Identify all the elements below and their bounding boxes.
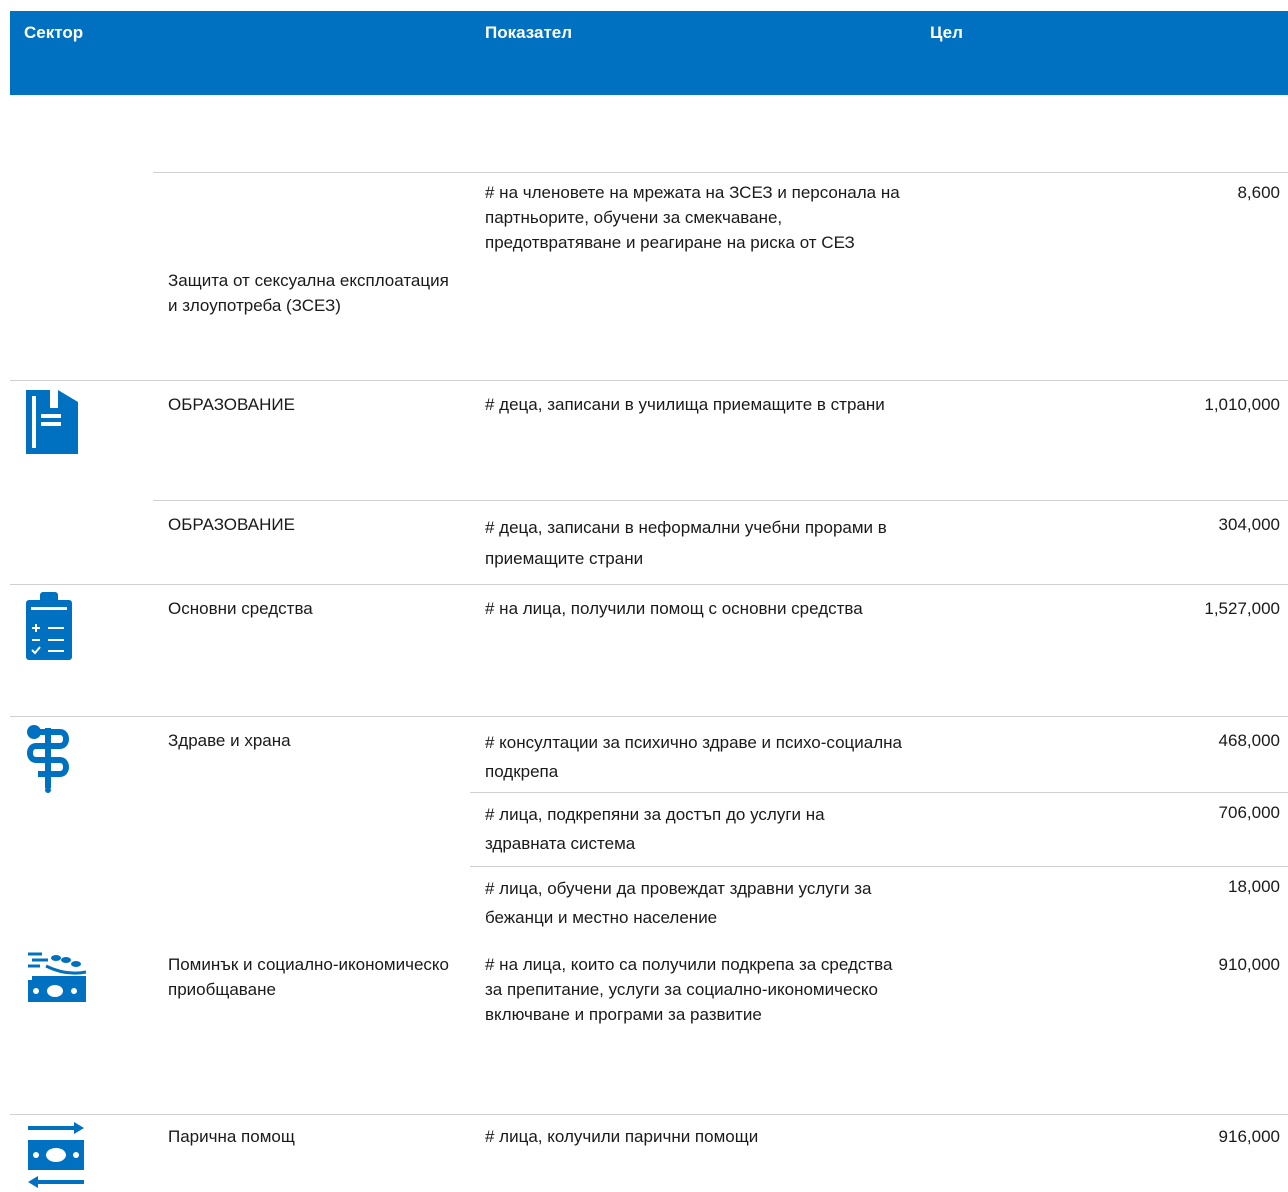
indicator-text: # на лица, получили помощ с основни сред… [485,599,863,618]
target-value: 910,000 [1218,955,1280,974]
row-divider [470,866,1288,867]
indicator-text: # лица, колучили парични помощи [485,1127,759,1146]
sector-label: Основни средства [168,599,313,618]
sector-label: ОБРАЗОВАНИЕ [168,515,295,534]
health-caduceus-icon [27,725,69,793]
table-header: Сектор Показател Цел [10,11,1288,95]
indicator-text: # лица, обучени да провеждат здравни усл… [485,879,872,927]
livelihood-grain-money-icon [28,952,87,1002]
education-book-icon [26,390,78,454]
target-value: 916,000 [1218,1127,1280,1146]
target-value: 18,000 [1228,877,1280,896]
target-value: 1,010,000 [1204,395,1280,414]
header-sector: Сектор [24,23,84,42]
indicator-text: # на лица, които са получили подкрепа за… [485,955,893,1024]
sector-label: Здраве и храна [168,731,291,750]
target-value: 1,527,000 [1204,599,1280,618]
target-value: 706,000 [1218,803,1280,822]
indicator-text: # деца, записани в неформални учебни про… [485,518,887,568]
row-divider [470,792,1288,793]
cash-transfer-icon [28,1122,84,1188]
indicator-text: # деца, записани в училища приемащите в … [485,395,885,414]
sector-label: Поминък и социално-икономическо приобщав… [168,955,450,999]
indicator-text: # на членовете на мрежата на ЗСЕЗ и перс… [485,183,900,252]
indicator-text: # лица, подкрепяни за достъп до услуги н… [485,805,825,853]
sector-label: Парична помощ [168,1127,295,1146]
row-divider [10,584,1288,585]
target-value: 8,600 [1237,183,1280,202]
row-divider [10,1114,1288,1115]
row-divider [10,380,1288,381]
sector-label: ОБРАЗОВАНИЕ [168,395,295,414]
row-divider [153,500,1288,501]
header-target: Цел [930,23,963,42]
header-indicator: Показател [485,23,573,42]
indicator-text: # консултации за психично здраве и психо… [485,733,902,781]
target-value: 468,000 [1218,731,1280,750]
sector-label: Защита от сексуална експлоатация и злоуп… [168,271,449,315]
row-divider [10,716,1288,717]
row-divider [153,172,1288,173]
target-value: 304,000 [1218,515,1280,534]
clipboard-checklist-icon [26,592,72,660]
